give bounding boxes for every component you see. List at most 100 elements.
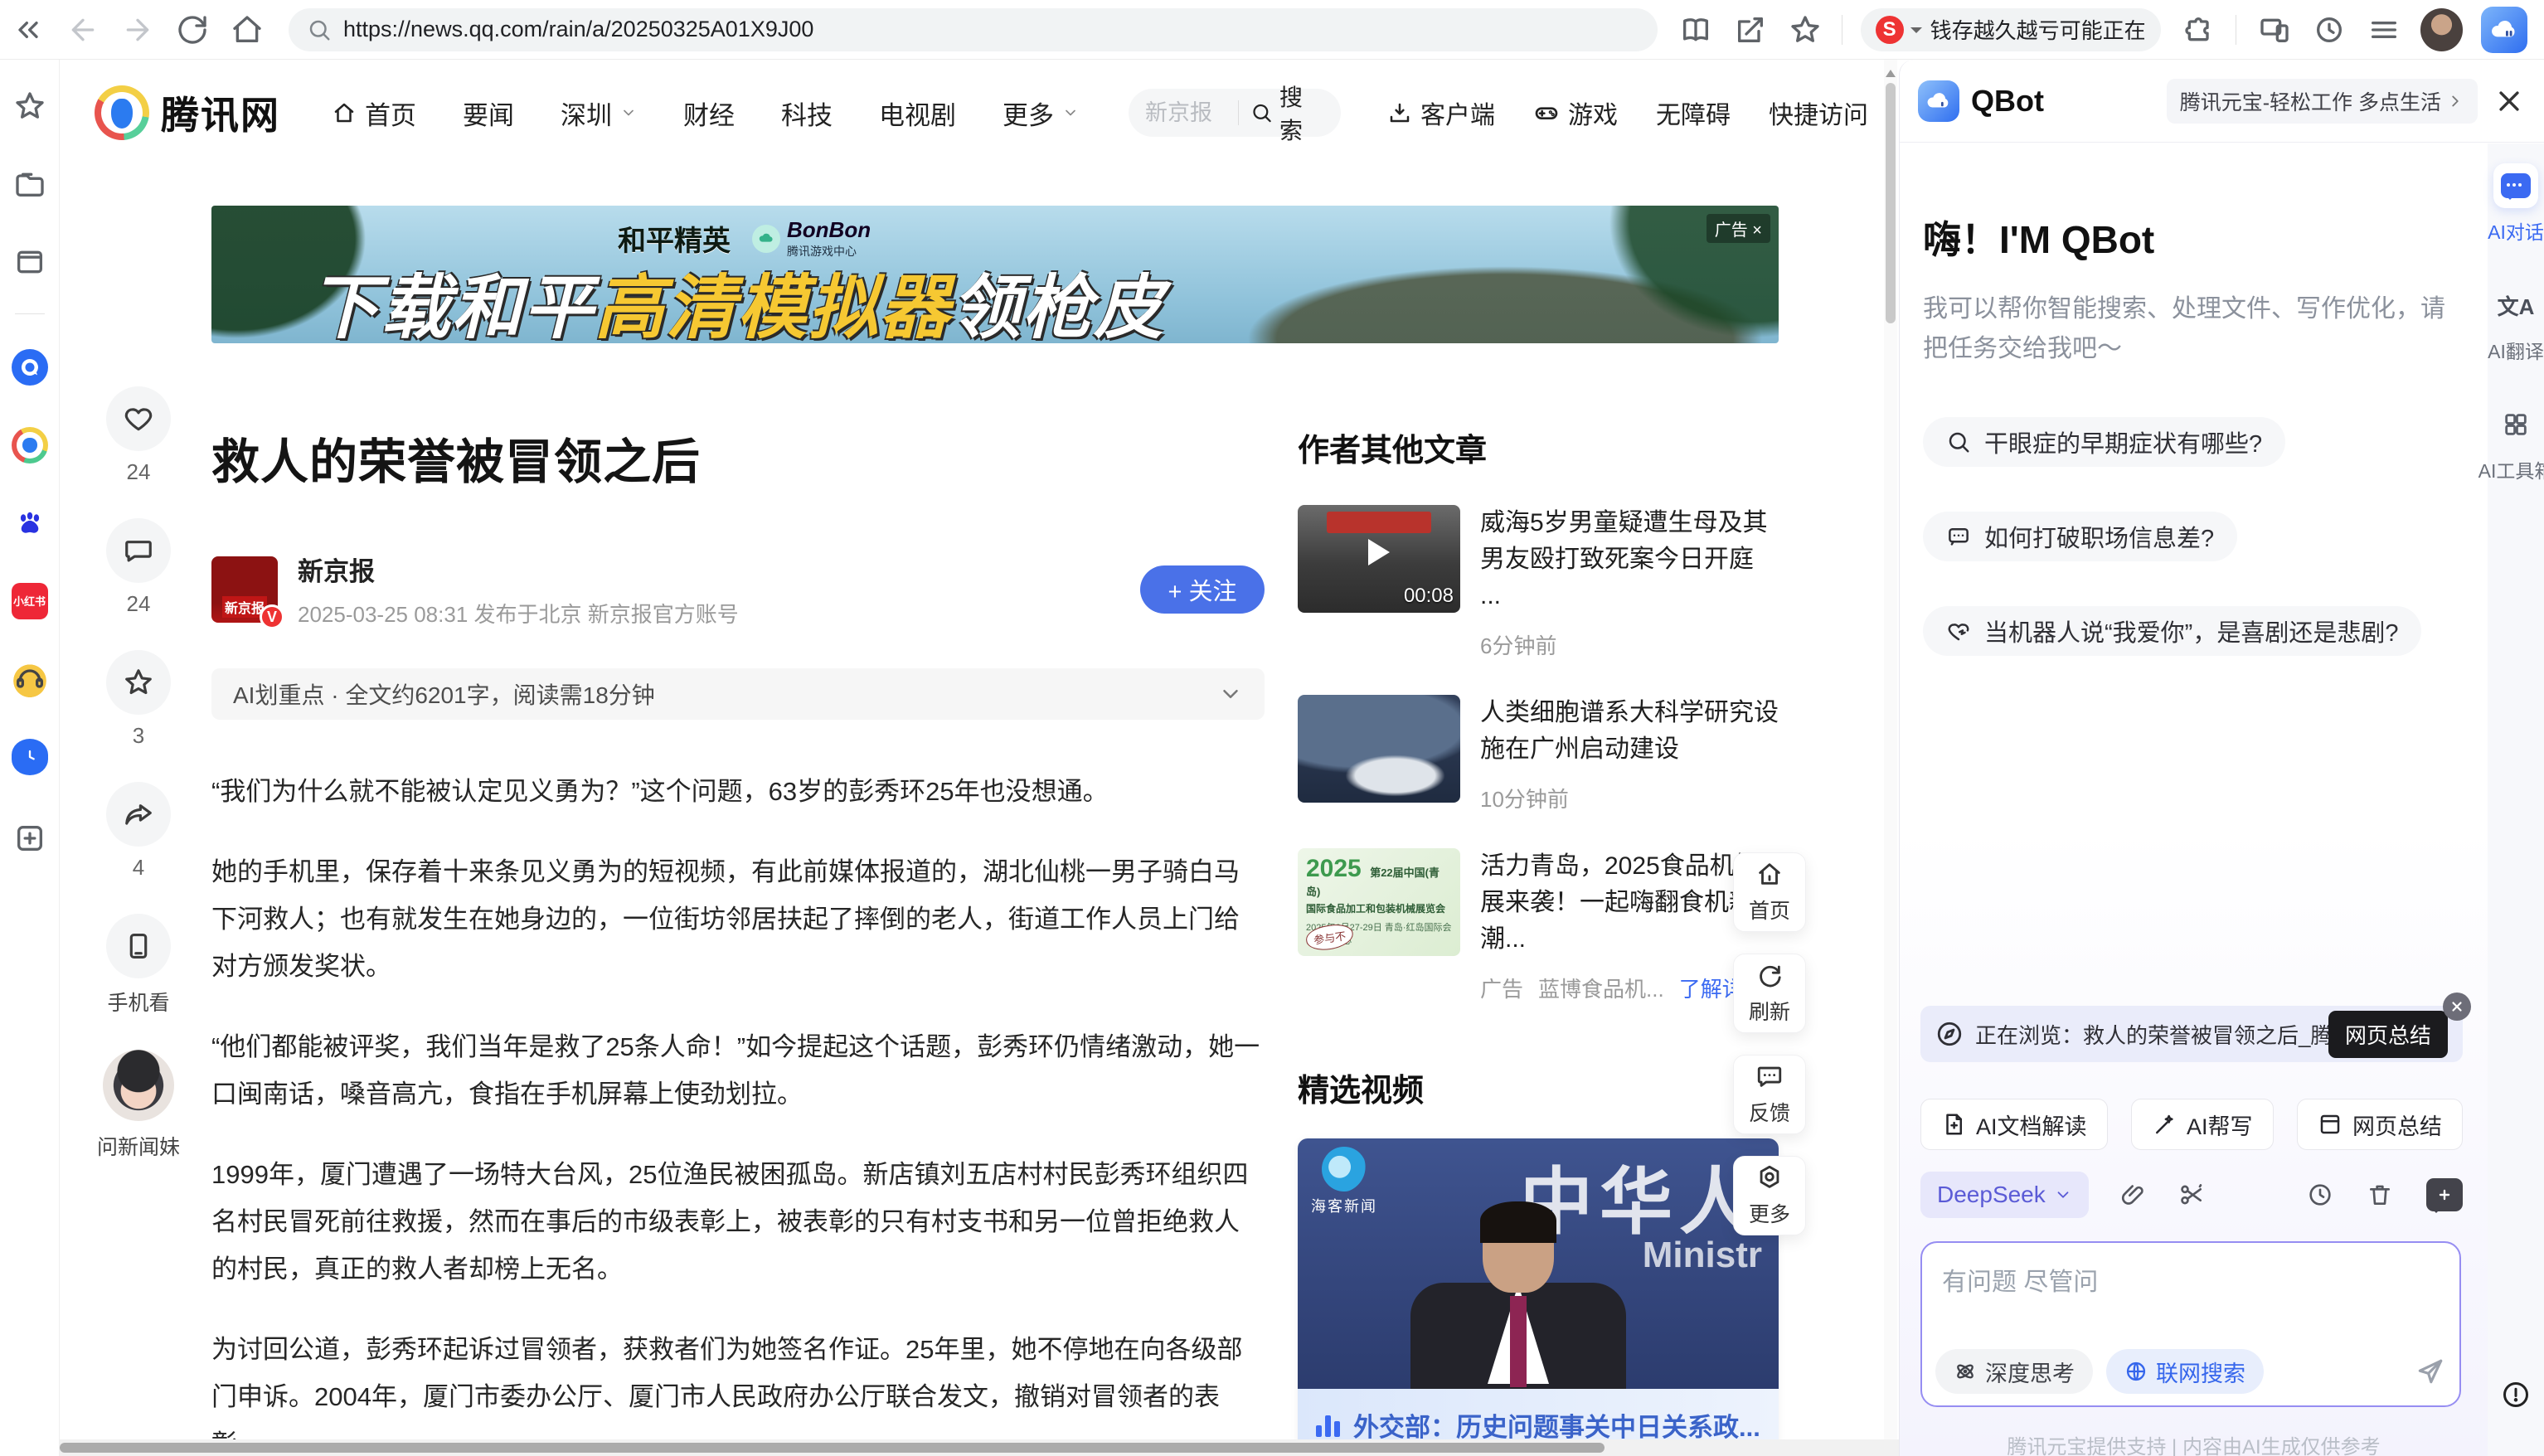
page-summary-button[interactable]: 网页总结 [2297, 1099, 2463, 1150]
go-home-button[interactable]: 首页 [1733, 852, 1806, 932]
suggestion-chip[interactable]: 如何打破职场信息差? [1923, 512, 2237, 561]
ad-poster-thumbnail[interactable]: 2025 第22届中国(青岛) 国际食品加工和包装机械展览会 2025年6月27… [1298, 848, 1460, 956]
featured-video-frame[interactable]: 中华人 Ministr 海客新闻 [1298, 1138, 1779, 1389]
collapse-sidebar-icon[interactable] [12, 13, 45, 46]
client-link[interactable]: 客户端 [1387, 95, 1495, 131]
mobile-view-button[interactable] [106, 914, 171, 978]
scroll-up-arrow[interactable] [1886, 65, 1896, 77]
promo-notification-badge[interactable]: S 钱存越久越亏可能正在 [1861, 8, 2161, 51]
close-icon[interactable] [2493, 85, 2526, 118]
nav-finance[interactable]: 财经 [683, 95, 735, 132]
tab-ai-translate[interactable]: 文A AI翻译 [2488, 283, 2544, 364]
qbot-input[interactable] [1922, 1243, 2459, 1334]
dismiss-browsing-icon[interactable] [2443, 993, 2471, 1021]
favorites-star-icon[interactable] [13, 90, 46, 123]
extensions-icon[interactable] [2182, 13, 2216, 46]
suggestion-text: 干眼症的早期症状有哪些? [1984, 425, 2262, 459]
featured-video-card[interactable]: 中华人 Ministr 海客新闻 外交部：历史问题事关中日关系政... [1298, 1138, 1779, 1456]
tencent-news-shortcut-icon[interactable] [12, 427, 48, 463]
feedback-button[interactable]: 反馈 [1733, 1055, 1806, 1134]
web-search-toggle[interactable]: 联网搜索 [2106, 1349, 2264, 1394]
games-link[interactable]: 游戏 [1533, 95, 1618, 131]
alert-icon[interactable] [2501, 1380, 2531, 1410]
follow-button[interactable]: + 关注 [1140, 565, 1265, 614]
qbot-toolbar-button[interactable] [2481, 7, 2527, 53]
workspace-icon[interactable] [13, 245, 46, 279]
nav-shenzhen[interactable]: 深圳 [561, 95, 637, 132]
related-article-2[interactable]: 人类细胞谱系大科学研究设施在广州启动建设 10分钟前 [1298, 695, 1779, 813]
video-thumbnail[interactable]: 00:08 [1298, 505, 1460, 613]
horizontal-scrollbar[interactable] [60, 1439, 1899, 1456]
search-button[interactable]: 搜索 [1250, 80, 1324, 146]
nav-news[interactable]: 要闻 [463, 95, 514, 132]
nav-tv[interactable]: 电视剧 [879, 95, 956, 132]
clock-shortcut-icon[interactable] [12, 739, 48, 775]
nav-tech-label: 科技 [781, 95, 833, 132]
banner-ad[interactable]: 和平精英 BonBon 腾讯游戏中心 下载和平高清模拟器领枪皮 广告 × [211, 206, 1779, 343]
forward-icon[interactable] [121, 13, 154, 46]
new-note-icon[interactable] [2426, 1178, 2463, 1211]
deep-think-toggle[interactable]: 深度思考 [1935, 1349, 2093, 1394]
suggestion-chip[interactable]: 当机器人说“我爱你”，是喜剧还是悲剧? [1923, 606, 2421, 656]
xiaohongshu-shortcut-icon[interactable]: 小红书 [12, 583, 48, 619]
yuanbao-promo-button[interactable]: 腾讯元宝-轻松工作 多点生活 [2167, 79, 2478, 124]
like-button[interactable] [106, 386, 171, 451]
related-article-title[interactable]: 威海5岁男童疑遭生母及其男友殴打致死案今日开庭 ... [1480, 505, 1779, 614]
suggestion-chip[interactable]: 干眼症的早期症状有哪些? [1923, 417, 2285, 467]
refresh-button[interactable]: 刷新 [1733, 954, 1806, 1033]
devices-icon[interactable] [2258, 13, 2291, 46]
attach-file-icon[interactable] [2120, 1182, 2147, 1208]
nav-home[interactable]: 首页 [332, 95, 416, 132]
author-avatar[interactable]: 新京报 V [211, 556, 278, 623]
screenshot-scissors-icon[interactable] [2178, 1182, 2205, 1208]
menu-icon[interactable] [2367, 13, 2401, 46]
vertical-scrollbar[interactable] [1884, 60, 1897, 1439]
folder-icon[interactable] [13, 167, 46, 201]
site-name[interactable]: 腾讯网 [161, 85, 280, 140]
sidebar-ad[interactable]: 2025 第22届中国(青岛) 国际食品加工和包装机械展览会 2025年6月27… [1298, 848, 1779, 1003]
home-icon[interactable] [231, 13, 264, 46]
ai-summary-text: AI划重点 · 全文约6201字，阅读需18分钟 [233, 677, 655, 711]
share-button[interactable] [106, 782, 171, 847]
tencent-logo[interactable] [95, 85, 149, 140]
ai-write-button[interactable]: AI帮写 [2131, 1099, 2274, 1150]
search-input[interactable] [1145, 100, 1236, 126]
related-article-1[interactable]: 00:08 威海5岁男童疑遭生母及其男友殴打致死案今日开庭 ... 6分钟前 [1298, 505, 1779, 660]
history-icon[interactable] [2313, 13, 2346, 46]
model-selector[interactable]: DeepSeek [1920, 1172, 2089, 1218]
article-thumbnail[interactable] [1298, 695, 1460, 803]
baidu-shortcut-icon[interactable] [12, 505, 48, 541]
add-shortcut-icon[interactable] [13, 822, 46, 855]
reading-mode-icon[interactable] [1679, 13, 1712, 46]
news-assistant-avatar[interactable] [103, 1050, 174, 1121]
scrollbar-thumb[interactable] [1886, 83, 1896, 323]
ad-close-tag[interactable]: 广告 × [1707, 214, 1770, 243]
send-to-device-icon[interactable] [1734, 13, 1767, 46]
scrollbar-thumb[interactable] [60, 1443, 1605, 1453]
tab-ai-chat[interactable]: AI对话 [2488, 163, 2544, 245]
favorite-button[interactable] [106, 650, 171, 715]
bonbon-icon [752, 225, 780, 253]
reload-icon[interactable] [176, 13, 209, 46]
address-bar[interactable]: https://news.qq.com/rain/a/20250325A01X9… [289, 8, 1658, 51]
send-icon[interactable] [2415, 1356, 2446, 1387]
customer-service-shortcut-icon[interactable] [12, 661, 48, 697]
ai-summary-bar[interactable]: AI划重点 · 全文约6201字，阅读需18分钟 [211, 668, 1265, 720]
comment-button[interactable] [106, 518, 171, 583]
bookmark-star-icon[interactable] [1789, 13, 1822, 46]
related-article-title[interactable]: 人类细胞谱系大科学研究设施在广州启动建设 [1480, 695, 1779, 768]
nav-tech[interactable]: 科技 [781, 95, 833, 132]
author-name[interactable]: 新京报 [298, 551, 739, 588]
ai-doc-read-button[interactable]: AI文档解读 [1920, 1099, 2108, 1150]
profile-avatar[interactable] [2420, 8, 2464, 51]
clear-chat-icon[interactable] [2367, 1182, 2393, 1208]
history-icon[interactable] [2307, 1182, 2333, 1208]
accessibility-link[interactable]: 无障碍 [1656, 95, 1731, 131]
nav-more[interactable]: 更多 [1003, 95, 1079, 132]
summarize-page-button[interactable]: 网页总结 [2328, 1011, 2448, 1058]
more-tools-button[interactable]: 更多 [1733, 1156, 1806, 1235]
back-icon[interactable] [66, 13, 100, 46]
tab-ai-toolbox[interactable]: AI工具箱 [2478, 402, 2544, 483]
qq-browser-shortcut-icon[interactable] [12, 349, 48, 386]
quick-access-link[interactable]: 快捷访问 [1769, 95, 1868, 131]
